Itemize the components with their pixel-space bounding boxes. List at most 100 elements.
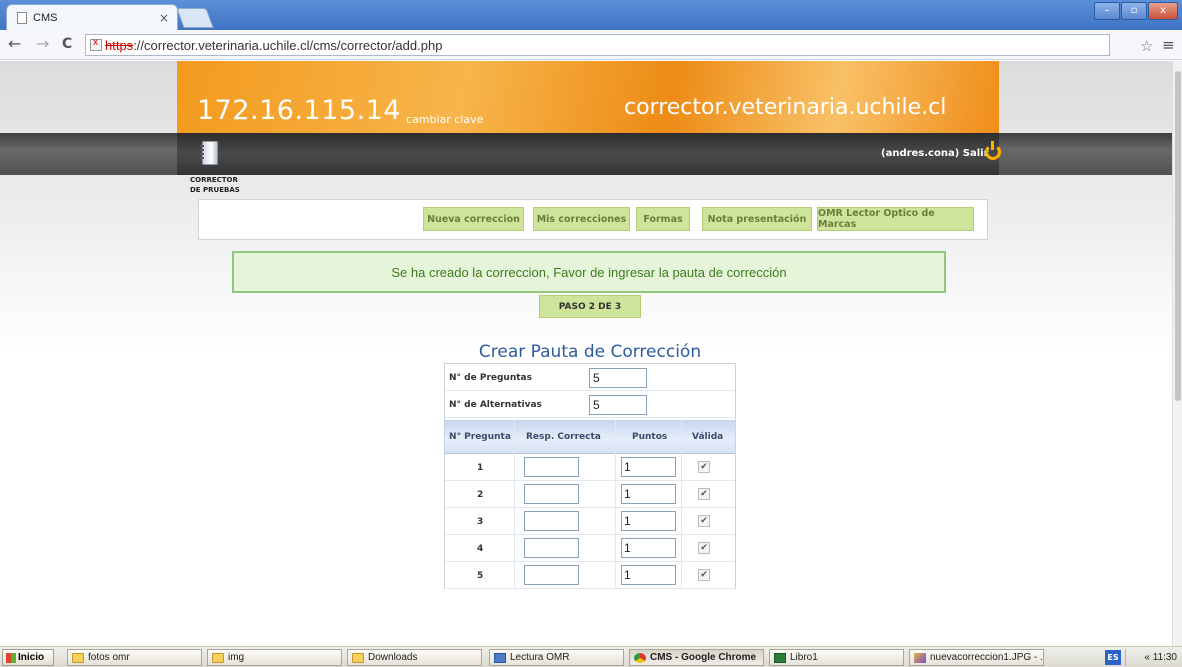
table-row: 3 1 ✔ [445,508,735,535]
page-icon [17,11,27,24]
header-banner: 172.16.115.14 cambiar clave corrector.ve… [177,61,999,133]
system-clock[interactable]: « 11:30 [1125,649,1180,666]
taskbar-item-paint[interactable]: nuevacorreccion1.JPG - ... [909,649,1044,666]
insecure-lock-icon [90,37,102,51]
tab-close-icon[interactable]: × [159,11,169,25]
back-icon[interactable]: ← [8,36,21,52]
taskbar-item-label: Libro1 [790,652,818,663]
taskbar-item-label: nuevacorreccion1.JPG - ... [930,652,1044,663]
nav-formas[interactable]: Formas [636,207,690,231]
folder-icon [212,652,224,663]
points-input[interactable]: 1 [621,565,676,585]
taskbar-item-libro1[interactable]: Libro1 [769,649,904,666]
table-header: N° Pregunta Resp. Correcta Puntos Válida [445,420,735,454]
column-divider [681,420,682,588]
start-label: Inicio [18,652,45,663]
taskbar-item-downloads[interactable]: Downloads [347,649,482,666]
column-header-answer: Resp. Correcta [526,432,601,442]
os-taskbar: Inicio fotos omr img Downloads Lectura O… [0,646,1182,667]
paint-icon [914,652,926,663]
taskbar-item-label: Downloads [368,652,418,663]
user-info: (andres.cona) Salir [881,148,989,159]
browser-menu-icon[interactable]: ≡ [1162,36,1175,54]
nav-nota-presentacion[interactable]: Nota presentación [702,207,812,231]
table-row: 1 1 ✔ [445,454,735,481]
nav-nueva-correccion[interactable]: Nueva correccion [423,207,524,231]
folder-icon [352,652,364,663]
taskbar-item-img[interactable]: img [207,649,342,666]
taskbar-item-label: img [228,652,245,663]
question-number: 2 [477,490,484,500]
question-number: 4 [477,544,484,554]
site-brand: CORRECTOR DE PRUEBAS [190,175,240,195]
reload-icon[interactable]: C [62,36,72,52]
question-number: 5 [477,571,484,581]
num-alternatives-input[interactable]: 5 [589,395,647,415]
scrollbar-thumb[interactable] [1175,71,1181,401]
step-indicator: PASO 2 DE 3 [539,295,641,318]
column-header-points: Puntos [632,432,668,442]
table-row: 4 1 ✔ [445,535,735,562]
url-path: ://corrector.veterinaria.uchile.cl/cms/c… [133,37,443,53]
question-number: 3 [477,517,484,527]
minimize-button[interactable]: – [1094,2,1120,20]
nav-mis-correcciones[interactable]: Mis correcciones [533,207,630,231]
answer-input[interactable] [524,511,579,531]
table-row: 2 1 ✔ [445,481,735,508]
language-indicator[interactable]: ES [1105,650,1121,665]
power-icon[interactable] [985,141,1001,160]
num-questions-row: N° de Preguntas 5 [445,365,735,391]
question-number: 1 [477,463,484,473]
start-button[interactable]: Inicio [2,649,54,666]
site-domain: corrector.veterinaria.uchile.cl [624,95,947,120]
valid-checkbox[interactable]: ✔ [698,488,710,500]
form-title: Crear Pauta de Corrección [478,342,702,362]
column-divider [514,420,515,588]
valid-checkbox[interactable]: ✔ [698,542,710,554]
answer-input[interactable] [524,538,579,558]
success-message: Se ha creado la correccion, Favor de ing… [232,251,946,293]
answer-input[interactable] [524,457,579,477]
username: (andres.cona) [881,148,960,159]
column-divider [615,420,616,588]
column-header-valid: Válida [692,432,724,442]
num-alternatives-label: N° de Alternativas [449,400,542,410]
folder-icon [72,652,84,663]
maximize-button[interactable]: ▫ [1121,2,1147,20]
excel-icon [774,652,786,663]
num-questions-input[interactable]: 5 [589,368,647,388]
taskbar-item-label: Lectura OMR [510,652,570,663]
num-questions-label: N° de Preguntas [449,373,532,383]
answer-input[interactable] [524,565,579,585]
points-input[interactable]: 1 [621,484,676,504]
bookmark-star-icon[interactable]: ☆ [1140,37,1153,55]
browser-tab[interactable]: CMS × [6,4,178,30]
app-icon [494,652,506,663]
column-header-question: N° Pregunta [449,432,511,442]
taskbar-item-chrome[interactable]: CMS - Google Chrome [629,649,764,666]
browser-tab-strip: CMS × – ▫ x [0,0,1182,30]
valid-checkbox[interactable]: ✔ [698,461,710,473]
valid-checkbox[interactable]: ✔ [698,569,710,581]
nav-omr-lector[interactable]: OMR Lector Optico de Marcas [817,207,974,231]
taskbar-item-fotos-omr[interactable]: fotos omr [67,649,202,666]
points-input[interactable]: 1 [621,511,676,531]
vertical-scrollbar[interactable] [1172,61,1182,646]
new-tab-button[interactable] [176,8,214,28]
server-ip: 172.16.115.14 [197,95,402,126]
page-viewport: 172.16.115.14 cambiar clave corrector.ve… [0,61,1172,646]
address-bar[interactable]: https ://corrector.veterinaria.uchile.cl… [85,34,1110,56]
change-password-link[interactable]: cambiar clave [406,113,483,126]
answer-input[interactable] [524,484,579,504]
chrome-icon [634,652,646,663]
windows-logo-icon [6,652,16,663]
valid-checkbox[interactable]: ✔ [698,515,710,527]
points-input[interactable]: 1 [621,457,676,477]
browser-toolbar: ← → C https ://corrector.veterinaria.uch… [0,30,1182,60]
table-row: 5 1 ✔ [445,562,735,589]
points-input[interactable]: 1 [621,538,676,558]
taskbar-item-lectura-omr[interactable]: Lectura OMR [489,649,624,666]
url-protocol: https [105,37,134,53]
close-window-button[interactable]: x [1148,2,1178,20]
forward-icon[interactable]: → [36,36,49,52]
